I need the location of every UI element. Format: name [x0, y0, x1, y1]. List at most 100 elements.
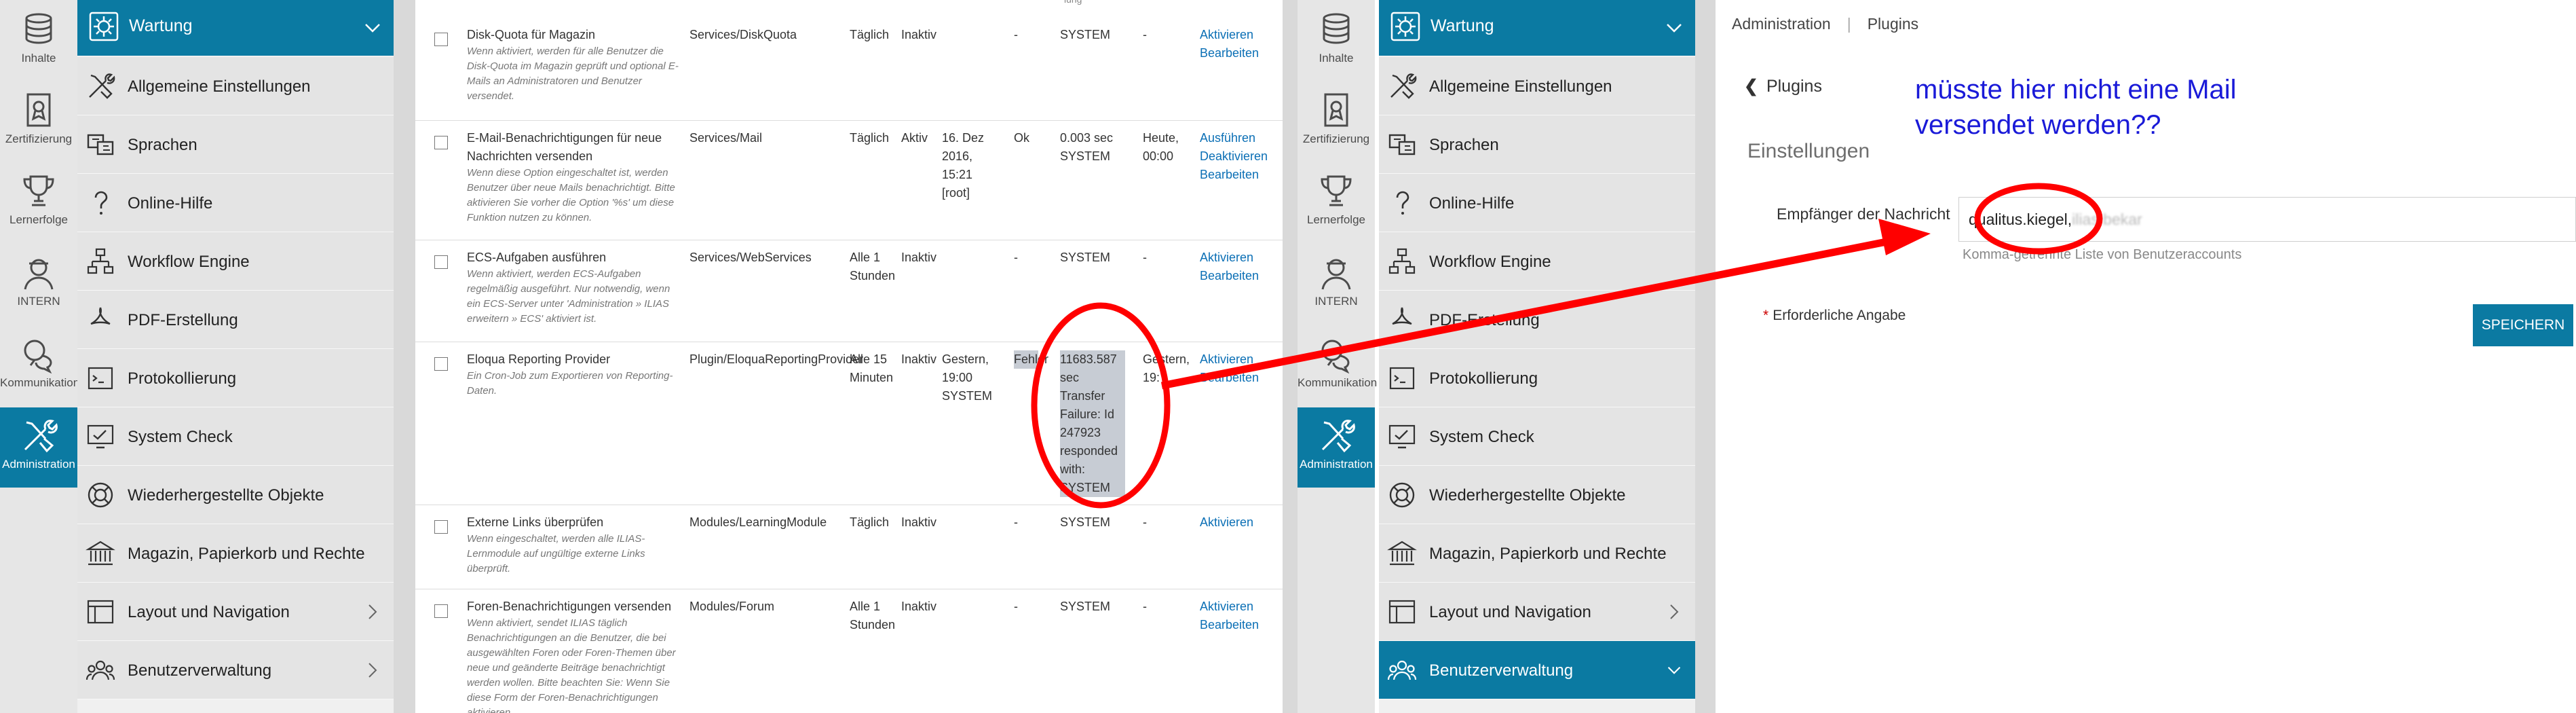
- mainbar-item-lernerfolge[interactable]: Lernerfolge: [0, 163, 77, 243]
- slate-header-wartung[interactable]: Wartung: [77, 0, 394, 56]
- slate-item-layout-navigation[interactable]: Layout und Navigation: [1379, 583, 1695, 641]
- action-bearbeiten[interactable]: Bearbeiten: [1200, 166, 1281, 184]
- job-component: Modules/Forum: [689, 600, 775, 613]
- slate-item-online-hilfe[interactable]: Online-Hilfe: [1379, 174, 1695, 232]
- required-star: *: [1763, 308, 1769, 323]
- slate-item-pdf-erstellung[interactable]: PDF-Erstellung: [1379, 291, 1695, 349]
- slate-item-system-check[interactable]: System Check: [77, 407, 394, 466]
- slate-item-protokollierung[interactable]: Protokollierung: [77, 349, 394, 407]
- action-aktivieren[interactable]: Aktivieren: [1200, 598, 1281, 616]
- slate-item-wiederhergestellte-objekte[interactable]: Wiederhergestellte Objekte: [77, 466, 394, 524]
- scrollbar-track[interactable]: [1283, 0, 1298, 713]
- building-icon: [1387, 541, 1417, 566]
- slate-item-magazin[interactable]: Magazin, Papierkorb und Rechte: [1379, 524, 1695, 583]
- slate-item-label: Benutzerverwaltung: [1429, 661, 1574, 680]
- terminal-icon: [1389, 367, 1415, 390]
- slate-item-sprachen[interactable]: Sprachen: [77, 115, 394, 174]
- job-status: Inaktiv: [901, 352, 937, 366]
- mainbar-item-kommunikation[interactable]: Kommunikation: [0, 326, 79, 406]
- breadcrumb-item-administration[interactable]: Administration: [1732, 15, 1831, 33]
- job-description: Wenn aktiviert, werden für alle Benutzer…: [467, 45, 679, 102]
- job-title: Eloqua Reporting Provider: [467, 352, 611, 366]
- slate-item-allgemeine-einstellungen[interactable]: Allgemeine Einstellungen: [1379, 57, 1695, 115]
- lifebuoy-icon: [88, 482, 113, 508]
- trophy-icon: [1321, 175, 1352, 206]
- mainbar-label: INTERN: [17, 295, 60, 308]
- job-last-run: 16. Dez 2016, 15:21 [root]: [942, 131, 985, 200]
- user-internal-icon: [1321, 259, 1351, 290]
- row-checkbox[interactable]: [434, 33, 448, 46]
- slate-item-sprachen[interactable]: Sprachen: [1379, 115, 1695, 174]
- terminal-icon: [88, 367, 113, 390]
- row-checkbox[interactable]: [434, 136, 448, 149]
- users-icon: [86, 660, 115, 680]
- action-bearbeiten[interactable]: Bearbeiten: [1200, 616, 1281, 634]
- slate-item-label: Wiederhergestellte Objekte: [1429, 486, 1626, 505]
- mainbar-item-intern[interactable]: INTERN: [0, 244, 77, 325]
- mainbar-label: Lernerfolge: [1306, 213, 1365, 226]
- slate-item-system-check[interactable]: System Check: [1379, 407, 1695, 466]
- tools-icon: [24, 420, 58, 453]
- action-aktivieren[interactable]: Aktivieren: [1200, 26, 1281, 44]
- mainbar-item-lernerfolge[interactable]: Lernerfolge: [1298, 163, 1375, 243]
- lifebuoy-icon: [1389, 482, 1415, 508]
- slate-item-benutzerverwaltung[interactable]: Benutzerverwaltung: [1379, 641, 1695, 699]
- action-deaktivieren[interactable]: Deaktivieren: [1200, 147, 1281, 166]
- table-row: Eloqua Reporting Provider Ein Cron-Job z…: [415, 342, 1283, 505]
- slate-item-workflow-engine[interactable]: Workflow Engine: [1379, 232, 1695, 291]
- slate-item-pdf-erstellung[interactable]: PDF-Erstellung: [77, 291, 394, 349]
- mainbar-item-administration[interactable]: Administration: [0, 407, 77, 488]
- mainbar-item-kommunikation[interactable]: Kommunikation: [1298, 326, 1377, 406]
- slate-item-label: Allgemeine Einstellungen: [128, 77, 311, 96]
- chevron-right-icon: [1670, 604, 1679, 619]
- action-bearbeiten[interactable]: Bearbeiten: [1200, 267, 1281, 285]
- mainbar-item-inhalte[interactable]: Inhalte: [1298, 1, 1375, 81]
- slate-item-label: Protokollierung: [1429, 369, 1538, 388]
- mainbar-item-administration[interactable]: Administration: [1298, 407, 1375, 488]
- mainbar-item-zertifizierung[interactable]: Zertifizierung: [1298, 82, 1375, 162]
- job-actions: Aktivieren Bearbeiten: [1200, 350, 1281, 387]
- slate-header-wartung[interactable]: Wartung: [1379, 0, 1695, 56]
- slate-item-protokollierung[interactable]: Protokollierung: [1379, 349, 1695, 407]
- mainbar-item-intern[interactable]: INTERN: [1298, 244, 1375, 325]
- slate-item-wiederhergestellte-objekte[interactable]: Wiederhergestellte Objekte: [1379, 466, 1695, 524]
- content-icon: [25, 13, 52, 44]
- action-ausfuehren[interactable]: Ausführen: [1200, 129, 1281, 147]
- back-link[interactable]: ❮ Plugins: [1744, 76, 1822, 96]
- slate-item-magazin[interactable]: Magazin, Papierkorb und Rechte: [77, 524, 394, 583]
- slate-item-label: Sprachen: [1429, 136, 1499, 154]
- slate-item-allgemeine-einstellungen[interactable]: Allgemeine Einstellungen: [77, 57, 394, 115]
- slate-item-workflow-engine[interactable]: Workflow Engine: [77, 232, 394, 291]
- mainbar-item-zertifizierung[interactable]: Zertifizierung: [0, 82, 77, 162]
- row-checkbox[interactable]: [434, 604, 448, 618]
- recipient-input[interactable]: qualitus.kiegel,ilias.bekar: [1958, 197, 2576, 242]
- cell-fragment: lung: [1064, 0, 1082, 9]
- slate-item-label: Wiederhergestellte Objekte: [128, 486, 324, 505]
- layout-icon: [87, 600, 114, 624]
- mainbar-label: Inhalte: [1319, 52, 1354, 65]
- row-checkbox[interactable]: [434, 255, 448, 269]
- certificate-icon: [26, 93, 51, 127]
- job-status: Inaktiv: [901, 251, 937, 264]
- job-status: Inaktiv: [901, 600, 937, 613]
- job-title-cell: Eloqua Reporting Provider Ein Cron-Job z…: [467, 350, 684, 399]
- slate-item-layout-navigation[interactable]: Layout und Navigation: [77, 583, 394, 641]
- action-bearbeiten[interactable]: Bearbeiten: [1200, 44, 1281, 62]
- slate-item-label: Online-Hilfe: [1429, 194, 1515, 213]
- job-title-cell: ECS-Aufgaben ausführen Wenn aktiviert, w…: [467, 249, 684, 327]
- row-checkbox[interactable]: [434, 520, 448, 534]
- slate-item-benutzerverwaltung[interactable]: Benutzerverwaltung: [77, 641, 394, 699]
- slate-item-online-hilfe[interactable]: Online-Hilfe: [77, 174, 394, 232]
- save-button[interactable]: SPEICHERN: [2473, 304, 2573, 346]
- action-aktivieren[interactable]: Aktivieren: [1200, 249, 1281, 267]
- action-bearbeiten[interactable]: Bearbeiten: [1200, 369, 1281, 387]
- action-aktivieren[interactable]: Aktivieren: [1200, 513, 1281, 532]
- chevron-down-icon: [365, 24, 380, 33]
- recipient-value: qualitus.kiegel,: [1969, 211, 2072, 228]
- job-description: Ein Cron-Job zum Exportieren von Reporti…: [467, 370, 673, 397]
- row-checkbox[interactable]: [434, 357, 448, 371]
- job-result-info: SYSTEM: [1060, 515, 1111, 529]
- action-aktivieren[interactable]: Aktivieren: [1200, 350, 1281, 369]
- breadcrumb-item-plugins[interactable]: Plugins: [1868, 15, 1918, 33]
- mainbar-item-inhalte[interactable]: Inhalte: [0, 1, 77, 81]
